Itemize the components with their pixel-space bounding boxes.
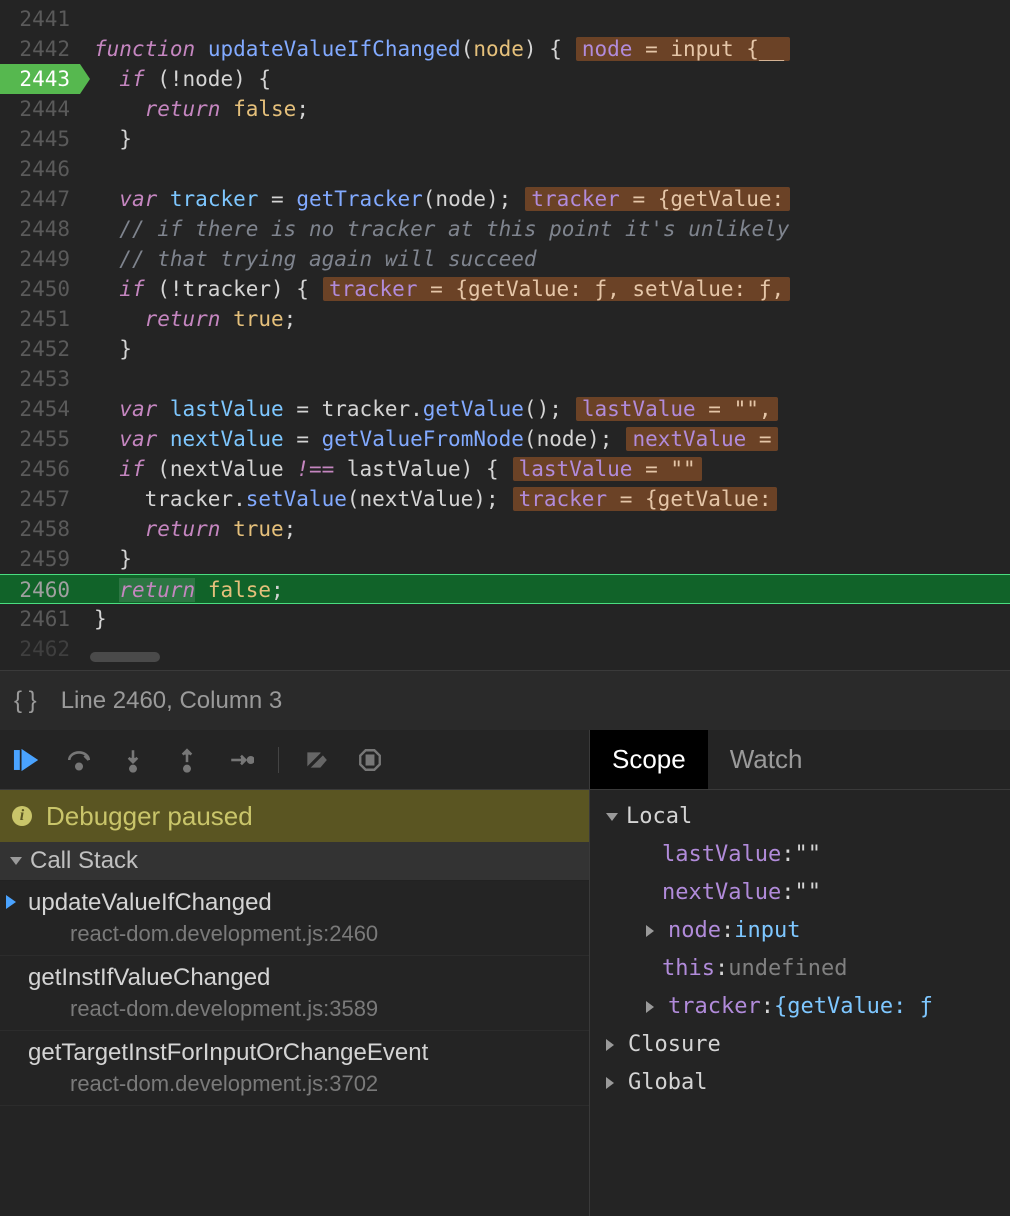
chevron-right-icon — [606, 1077, 620, 1089]
gutter-line[interactable]: 2455 — [0, 424, 80, 454]
gutter-line[interactable]: 2451 — [0, 304, 80, 334]
scope-global[interactable]: Global — [600, 1064, 1010, 1102]
gutter-line[interactable]: 2444 — [0, 94, 80, 124]
gutter-line[interactable]: 2448 — [0, 214, 80, 244]
scope-section-label: Local — [626, 798, 692, 836]
scope-watch-tabs: Scope Watch — [590, 730, 1010, 790]
frame-name: updateValueIfChanged — [28, 889, 581, 917]
inline-value-hint: tracker = {getValue: ƒ, setValue: ƒ, — [323, 277, 790, 301]
gutter-line[interactable]: 2446 — [0, 154, 80, 184]
chevron-right-icon — [646, 925, 660, 937]
gutter-line[interactable]: 2461 — [0, 604, 80, 634]
gutter-line[interactable]: 2447 — [0, 184, 80, 214]
scope-tree: Local lastValue: ""nextValue: ""node: in… — [590, 790, 1010, 1102]
frame-location: react-dom.development.js:2460 — [28, 917, 581, 947]
inline-value-hint: tracker = {getValue: — [525, 187, 790, 211]
scope-key: this — [662, 950, 715, 988]
scope-local[interactable]: Local — [600, 798, 1010, 836]
inline-value-hint: tracker = {getValue: — [513, 487, 778, 511]
scope-key: nextValue — [662, 874, 781, 912]
chevron-right-icon — [606, 1039, 620, 1051]
step-over-icon[interactable] — [66, 747, 92, 773]
gutter-line[interactable]: 2457 — [0, 484, 80, 514]
gutter-line[interactable]: 2441 — [0, 4, 80, 34]
step-icon[interactable] — [228, 747, 254, 773]
tab-watch[interactable]: Watch — [708, 730, 825, 789]
scope-value: "" — [794, 874, 821, 912]
inline-value-hint: node = input {__ — [576, 37, 790, 61]
call-stack-header[interactable]: Call Stack — [0, 842, 589, 881]
scope-variable[interactable]: this: undefined — [600, 950, 1010, 988]
scope-value: undefined — [728, 950, 847, 988]
frame-name: getInstIfValueChanged — [28, 964, 581, 992]
deactivate-breakpoints-icon[interactable] — [303, 747, 329, 773]
scope-value: "" — [794, 836, 821, 874]
gutter-line[interactable]: 2459 — [0, 544, 80, 574]
step-into-icon[interactable] — [120, 747, 146, 773]
inline-value-hint: nextValue = — [626, 427, 777, 451]
gutter-line[interactable]: 2445 — [0, 124, 80, 154]
debugger-paused-banner: i Debugger paused — [0, 790, 589, 842]
gutter-line[interactable]: 2442 — [0, 34, 80, 64]
frame-location: react-dom.development.js:3589 — [28, 992, 581, 1022]
chevron-down-icon — [10, 857, 22, 865]
frame-location: react-dom.development.js:3702 — [28, 1067, 581, 1097]
gutter-line[interactable]: 2462 — [0, 634, 80, 664]
gutter-line[interactable]: 2449 — [0, 244, 80, 274]
pretty-print-icon[interactable]: { } — [14, 687, 37, 715]
call-stack-frame[interactable]: getInstIfValueChangedreact-dom.developme… — [0, 956, 589, 1031]
resume-icon[interactable] — [12, 747, 38, 773]
banner-text: Debugger paused — [46, 801, 253, 832]
chevron-right-icon — [646, 1001, 660, 1013]
toolbar-separator — [278, 747, 279, 773]
scope-key: lastValue — [662, 836, 781, 874]
scope-key: node — [668, 912, 721, 950]
gutter-line[interactable]: 2458 — [0, 514, 80, 544]
scope-value: input — [734, 912, 800, 950]
code-editor[interactable]: 2441 2442function updateValueIfChanged(n… — [0, 0, 1010, 670]
call-stack-frame[interactable]: updateValueIfChangedreact-dom.developmen… — [0, 881, 589, 956]
execution-line-marker[interactable]: 2443 — [0, 64, 80, 94]
scope-section-label: Global — [628, 1064, 707, 1102]
scope-variable[interactable]: lastValue: "" — [600, 836, 1010, 874]
inline-value-hint: lastValue = "", — [576, 397, 778, 421]
pause-icon[interactable] — [357, 747, 383, 773]
inline-value-hint: lastValue = "" — [513, 457, 702, 481]
gutter-line[interactable]: 2450 — [0, 274, 80, 304]
cursor-position: Line 2460, Column 3 — [61, 687, 282, 715]
gutter-line[interactable]: 2460 — [0, 575, 80, 603]
horizontal-scrollbar[interactable] — [90, 652, 160, 662]
scope-key: tracker — [668, 988, 761, 1026]
gutter-line[interactable]: 2452 — [0, 334, 80, 364]
gutter-line[interactable]: 2453 — [0, 364, 80, 394]
tab-scope[interactable]: Scope — [590, 730, 708, 789]
scope-value: {getValue: ƒ — [774, 988, 933, 1026]
scope-variable[interactable]: tracker: {getValue: ƒ — [600, 988, 1010, 1026]
chevron-down-icon — [606, 813, 618, 821]
scope-section-label: Closure — [628, 1026, 721, 1064]
call-stack-title: Call Stack — [30, 847, 138, 875]
info-icon: i — [12, 806, 32, 826]
debugger-toolbar — [0, 730, 589, 790]
scope-variable[interactable]: nextValue: "" — [600, 874, 1010, 912]
call-stack-frame[interactable]: getTargetInstForInputOrChangeEventreact-… — [0, 1031, 589, 1106]
call-stack-list: updateValueIfChangedreact-dom.developmen… — [0, 881, 589, 1106]
gutter-line[interactable]: 2456 — [0, 454, 80, 484]
scope-closure[interactable]: Closure — [600, 1026, 1010, 1064]
editor-statusbar: { } Line 2460, Column 3 — [0, 670, 1010, 730]
gutter-line[interactable]: 2454 — [0, 394, 80, 424]
step-out-icon[interactable] — [174, 747, 200, 773]
scope-variable[interactable]: node: input — [600, 912, 1010, 950]
frame-name: getTargetInstForInputOrChangeEvent — [28, 1039, 581, 1067]
